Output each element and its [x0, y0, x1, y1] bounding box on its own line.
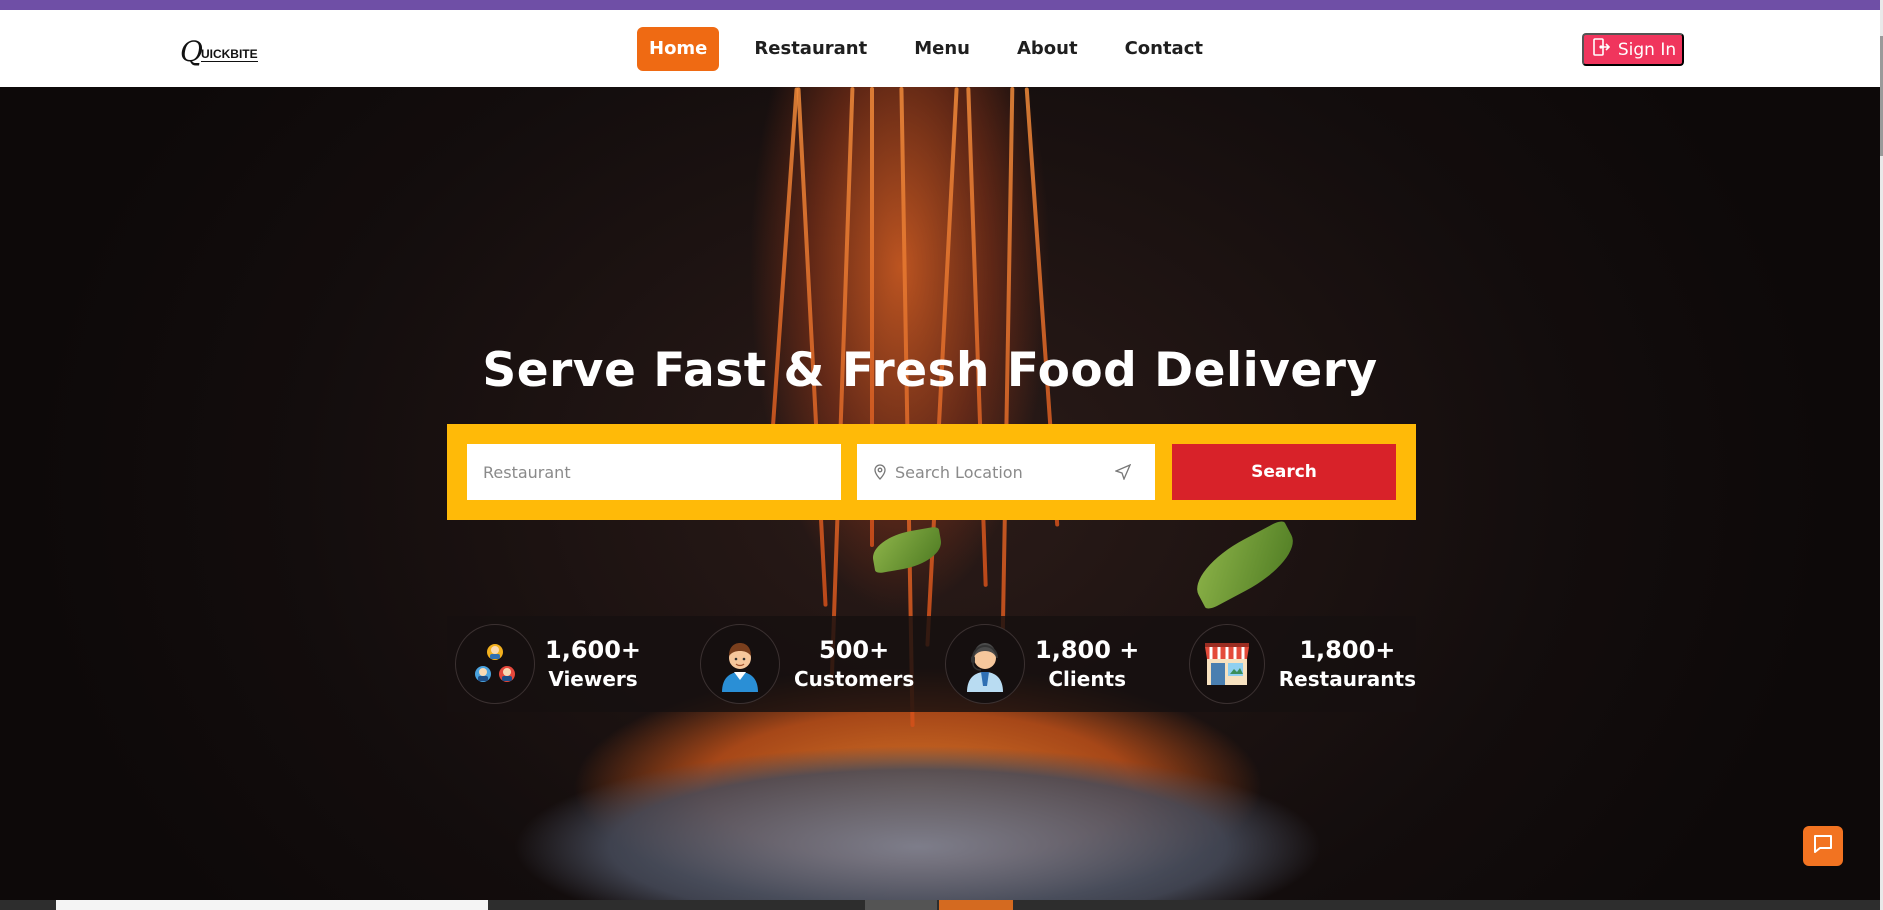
restaurant-icon [1189, 624, 1265, 704]
stat-label: Viewers [548, 667, 638, 691]
bottom-preview-dots [386, 901, 476, 907]
decorative-basil-leaf [1185, 518, 1305, 612]
viewers-icon [455, 624, 535, 704]
nav-item-menu[interactable]: Menu [902, 27, 982, 71]
customer-icon [700, 624, 780, 704]
stats-bar: 1,600+ Viewers 500+ Customers 1,800 + Cl… [447, 616, 1416, 712]
nav-item-about[interactable]: About [1005, 27, 1090, 71]
stat-label: Restaurants [1278, 667, 1416, 691]
nav-item-contact[interactable]: Contact [1113, 27, 1215, 71]
sign-in-icon [1590, 37, 1610, 62]
main-nav: Home Restaurant Menu About Contact [637, 27, 1238, 71]
stat-viewers-text: 1,600+ Viewers [545, 635, 641, 693]
logo-initial: Q [180, 35, 203, 68]
stat-viewers: 1,600+ Viewers [447, 616, 692, 712]
client-icon [945, 624, 1025, 704]
chat-widget-button[interactable] [1803, 826, 1843, 866]
locate-me-icon[interactable] [1115, 463, 1133, 481]
stat-label: Customers [794, 667, 915, 691]
stat-clients-text: 1,800 + Clients [1035, 635, 1139, 693]
nav-item-home[interactable]: Home [637, 27, 720, 71]
hero-headline: Serve Fast & Fresh Food Delivery [482, 343, 1378, 398]
stat-value: 1,800 + [1035, 636, 1140, 664]
bottom-preview-block [939, 900, 1013, 910]
stat-value: 500+ [819, 636, 890, 664]
stat-value: 1,600+ [545, 636, 642, 664]
search-button[interactable]: Search [1172, 444, 1396, 500]
top-accent-strip [0, 0, 1883, 10]
chat-icon [1811, 832, 1835, 860]
stat-customers: 500+ Customers [692, 616, 937, 712]
stat-clients: 1,800 + Clients [937, 616, 1181, 712]
stat-restaurants-text: 1,800+ Restaurants [1279, 635, 1416, 693]
logo-wordmark: UICKBITE [200, 47, 258, 62]
location-search-field[interactable] [857, 444, 1155, 500]
stat-customers-text: 500+ Customers [794, 635, 914, 693]
location-search-input[interactable] [895, 452, 1105, 492]
sign-in-label: Sign In [1617, 39, 1677, 60]
stat-label: Clients [1048, 667, 1127, 691]
navbar: Q UICKBITE Home Restaurant Menu About Co… [0, 10, 1883, 87]
sign-in-button[interactable]: Sign In [1582, 33, 1684, 66]
stat-restaurants: 1,800+ Restaurants [1181, 616, 1416, 712]
search-panel: Search [447, 424, 1416, 520]
nav-item-restaurant[interactable]: Restaurant [742, 27, 879, 71]
location-pin-icon [873, 464, 887, 480]
stat-value: 1,800+ [1299, 636, 1396, 664]
restaurant-search-input[interactable] [467, 444, 841, 500]
bottom-preview-block [865, 900, 937, 910]
brand-logo[interactable]: Q UICKBITE [180, 32, 260, 66]
